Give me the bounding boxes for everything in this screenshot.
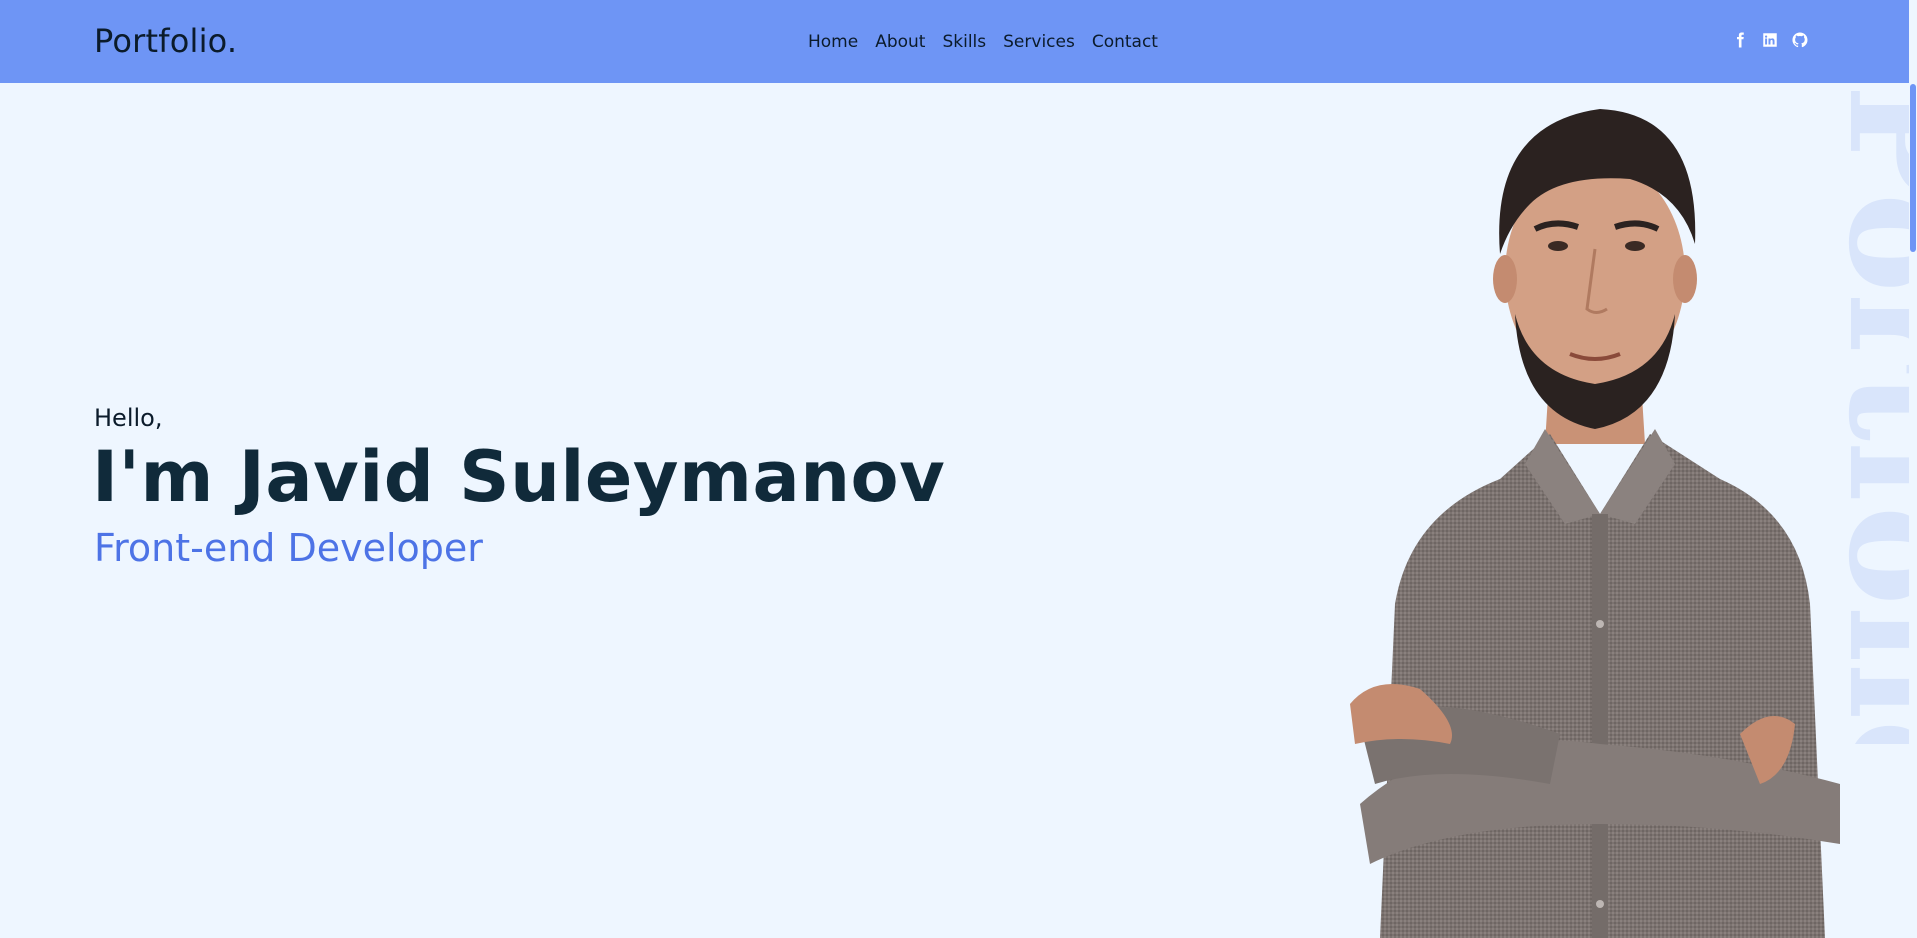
main-nav: Home About Skills Services Contact xyxy=(808,31,1158,53)
site-logo[interactable]: Portfolio. xyxy=(94,22,237,60)
nav-contact[interactable]: Contact xyxy=(1092,31,1158,53)
portrait-photo xyxy=(1350,109,1840,938)
hero-greeting: Hello, xyxy=(94,404,163,432)
scrollbar[interactable] xyxy=(1909,0,1917,938)
nav-home[interactable]: Home xyxy=(808,31,858,53)
linkedin-icon[interactable] xyxy=(1760,30,1780,50)
site-header: Portfolio. Home About Skills Services Co… xyxy=(0,0,1917,83)
nav-services[interactable]: Services xyxy=(1003,31,1075,53)
hero-role: Front-end Developer xyxy=(94,526,483,570)
page: Portfolio. Home About Skills Services Co… xyxy=(0,0,1917,938)
github-icon[interactable] xyxy=(1790,30,1810,50)
nav-skills[interactable]: Skills xyxy=(942,31,986,53)
hero-name: I'm Javid Suleymanov xyxy=(92,436,946,518)
nav-about[interactable]: About xyxy=(875,31,925,53)
social-links xyxy=(1730,30,1810,50)
scrollbar-thumb[interactable] xyxy=(1910,84,1916,252)
facebook-icon[interactable] xyxy=(1730,30,1750,50)
